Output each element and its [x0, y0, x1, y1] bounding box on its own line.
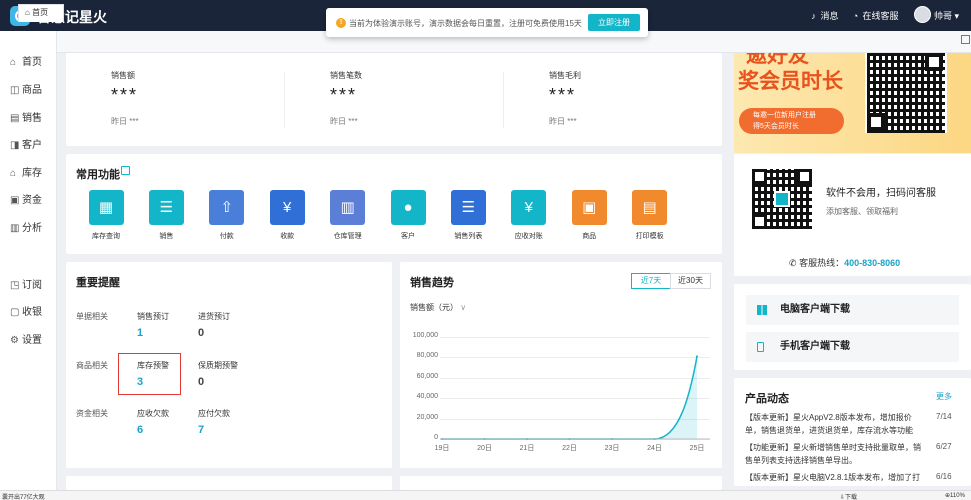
service-qr-code-icon [752, 169, 812, 229]
news-date: 6/16 [936, 472, 952, 481]
zoom-level[interactable]: ⊕110% [945, 492, 965, 499]
bottom-card [400, 476, 722, 490]
news-item[interactable]: 【版本更新】星火AppV2.8版本发布，增加报价 [745, 412, 912, 423]
news-item-line2: 售单列表支持选择销售单导出。 [745, 456, 857, 465]
browser-status-bar: 囊开出77亿大观 ⇩下载 ⊕110% [0, 490, 971, 500]
promo-headline: 奖会员时长 [738, 70, 843, 93]
mobile-client-download-button[interactable]: 手机客户端下载 [746, 332, 959, 362]
service-title: 软件不会用，扫码问客服 [826, 188, 936, 199]
windows-icon [757, 305, 767, 315]
news-title: 产品动态 [745, 393, 789, 405]
bottom-card [66, 476, 392, 490]
promo-pill: 每邀一位新用户注册 得5天会员时长 [739, 108, 844, 134]
qr-code-icon [865, 53, 947, 133]
service-subtitle: 添加客服、领取福利 [826, 207, 898, 216]
mobile-phone-icon [757, 342, 764, 352]
news-item[interactable]: 【版本更新】星火电脑V2.8.1版本发布，增加了打 [745, 472, 920, 483]
news-date: 6/27 [936, 442, 952, 451]
more-link[interactable]: 更多 [936, 391, 952, 402]
series-line [442, 356, 698, 440]
phone-icon: ✆ [789, 258, 797, 268]
pc-client-download-button[interactable]: 电脑客户端下载 [746, 295, 959, 325]
download-button[interactable]: ⇩下载 [840, 492, 857, 500]
status-text: 囊开出77亿大观 [2, 495, 45, 500]
news-date: 7/14 [936, 412, 952, 421]
news-item[interactable]: 【功能更新】星火新增销售单时支持批量取单，销 [745, 442, 921, 453]
promo-headline: 邀好友 [746, 53, 809, 67]
series-area [442, 356, 697, 439]
news-item-line2: 单，销售退货单，进货退货单，库存流水等功能 [745, 426, 913, 435]
data-point[interactable] [696, 355, 698, 358]
promo-banner[interactable]: 邀好友 奖会员时长 每邀一位新用户注册 得5天会员时长 [734, 53, 971, 153]
hotline: ✆ 客服热线：400-830-8060 [789, 258, 901, 268]
